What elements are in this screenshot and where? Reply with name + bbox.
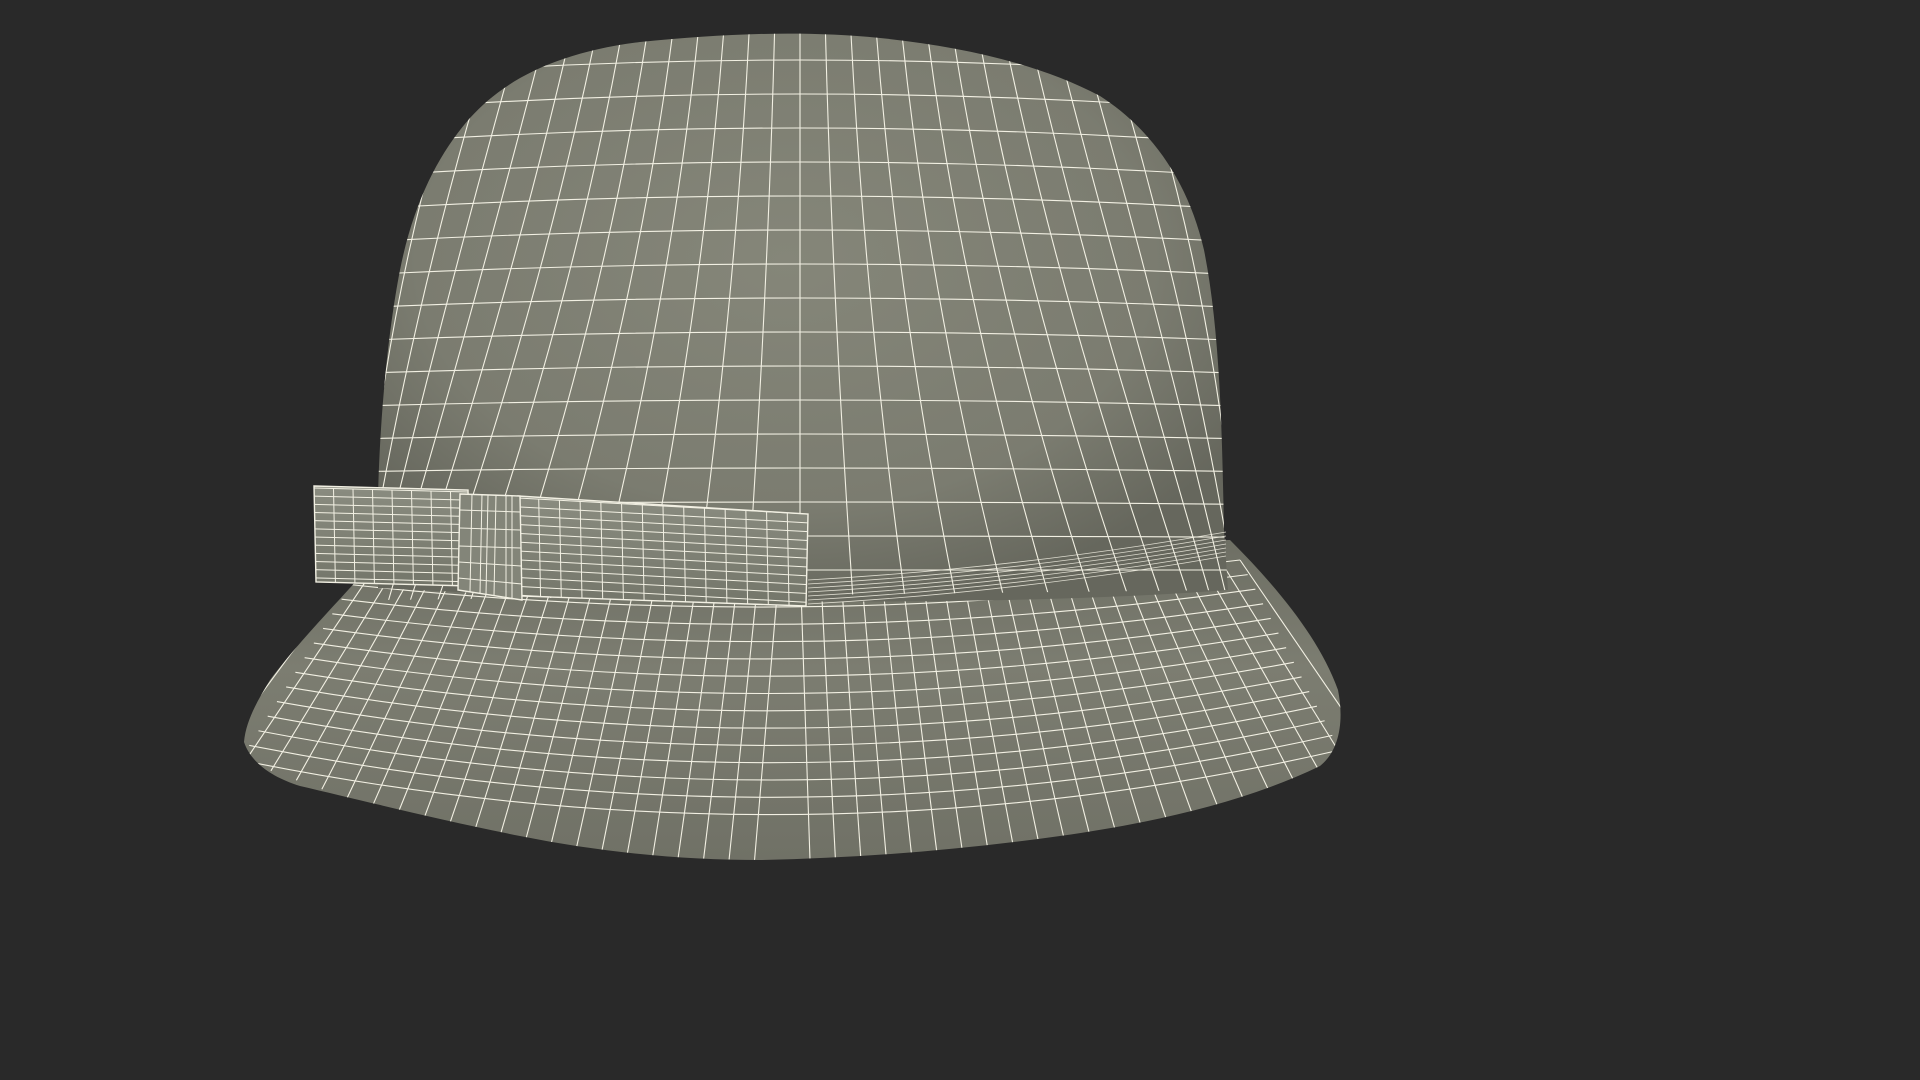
render-viewport <box>0 0 1568 882</box>
hat-render <box>244 33 1341 860</box>
